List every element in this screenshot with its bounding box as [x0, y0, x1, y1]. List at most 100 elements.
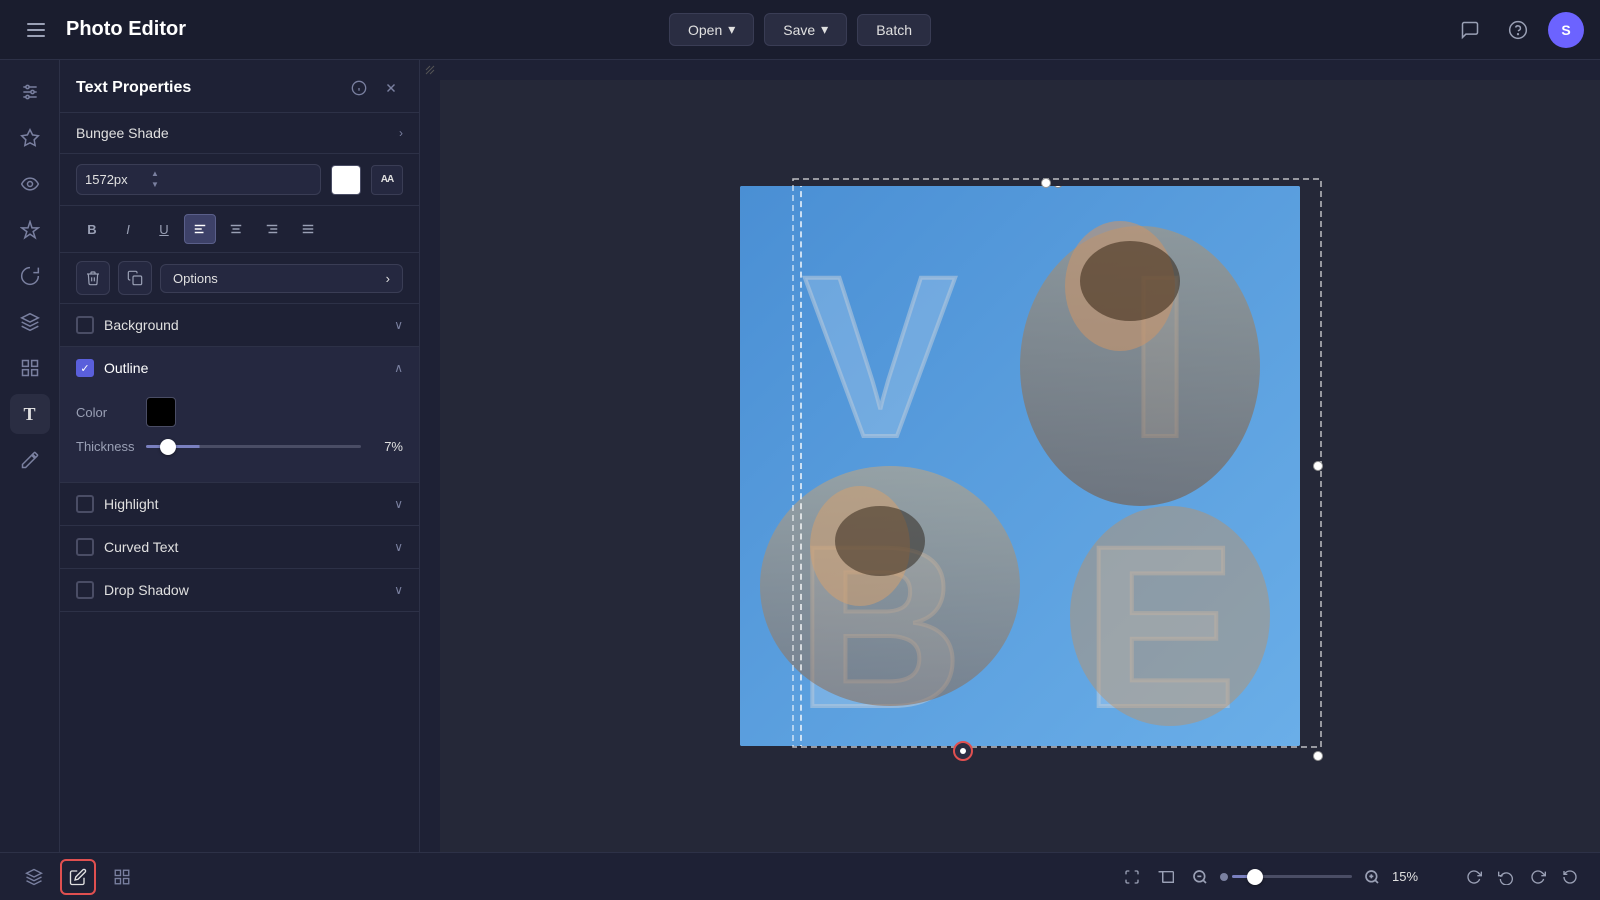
options-chevron: ›: [386, 271, 390, 286]
align-left-button[interactable]: [184, 214, 216, 244]
layers-tool-button[interactable]: [10, 302, 50, 342]
zoom-slider-container: [1220, 873, 1352, 881]
font-case-button[interactable]: AA: [371, 165, 403, 195]
zoom-out-button[interactable]: [1186, 863, 1214, 891]
crop-zoom-button[interactable]: [1152, 863, 1180, 891]
drop-shadow-chevron: ∨: [394, 583, 403, 597]
delete-button[interactable]: [76, 261, 110, 295]
open-button[interactable]: Open ▾: [669, 13, 754, 46]
highlight-label: Highlight: [104, 496, 384, 512]
header-right: S: [1452, 12, 1584, 48]
zoom-in-button[interactable]: [1358, 863, 1386, 891]
highlight-chevron: ∨: [394, 497, 403, 511]
curved-text-section-row[interactable]: Curved Text ∨: [60, 526, 419, 569]
batch-button[interactable]: Batch: [857, 14, 931, 46]
panel-info-button[interactable]: [347, 76, 371, 100]
right-controls: [1460, 863, 1584, 891]
thickness-slider-wrap: 7%: [146, 439, 403, 454]
align-justify-button[interactable]: [292, 214, 324, 244]
font-size-up-button[interactable]: ▲: [149, 169, 161, 179]
action-row: Options ›: [60, 253, 419, 304]
canvas-content: V I B E: [440, 80, 1600, 852]
align-right-button[interactable]: [256, 214, 288, 244]
background-section-row[interactable]: Background ∨: [60, 304, 419, 347]
outline-checkbox[interactable]: [76, 359, 94, 377]
underline-button[interactable]: U: [148, 214, 180, 244]
options-label: Options: [173, 271, 218, 286]
curved-text-checkbox[interactable]: [76, 538, 94, 556]
outline-header-row[interactable]: Outline ∧: [60, 347, 419, 389]
rotation-handle[interactable]: [953, 741, 973, 761]
outline-color-swatch[interactable]: [146, 397, 176, 427]
avatar-button[interactable]: S: [1548, 12, 1584, 48]
outline-section: Outline ∧ Color Thickness 7%: [60, 347, 419, 483]
canvas-image[interactable]: V I B E: [740, 186, 1300, 746]
text-format-row: B I U: [60, 206, 419, 253]
font-size-row: 1572px ▲ ▼ AA: [60, 154, 419, 206]
highlight-section-row[interactable]: Highlight ∨: [60, 483, 419, 526]
reset-button[interactable]: [1556, 863, 1584, 891]
font-size-input[interactable]: 1572px: [85, 172, 145, 187]
header: Photo Editor Open ▾ Save ▾ Batch S: [0, 0, 1600, 60]
refresh-button[interactable]: [1460, 863, 1488, 891]
effects-tool-button[interactable]: [10, 210, 50, 250]
italic-button[interactable]: I: [112, 214, 144, 244]
fit-zoom-button[interactable]: [1118, 863, 1146, 891]
zoom-slider[interactable]: [1232, 875, 1352, 878]
adjust-tool-button[interactable]: [10, 72, 50, 112]
hamburger-icon: [27, 23, 45, 37]
panel-close-button[interactable]: [379, 76, 403, 100]
app-title: Photo Editor: [66, 18, 186, 41]
help-button[interactable]: [1500, 12, 1536, 48]
text-color-swatch[interactable]: [331, 165, 361, 195]
hamburger-menu-button[interactable]: [16, 10, 56, 50]
transform-tool-button[interactable]: [10, 256, 50, 296]
properties-panel: Text Properties Bungee Shade ›: [60, 60, 420, 852]
undo-button[interactable]: [1492, 863, 1520, 891]
background-chevron: ∨: [394, 318, 403, 332]
thickness-slider[interactable]: [146, 445, 361, 448]
save-button[interactable]: Save ▾: [764, 13, 847, 46]
edit-bottom-button[interactable]: [60, 859, 96, 895]
align-center-button[interactable]: [220, 214, 252, 244]
outline-thickness-row: Thickness 7%: [76, 439, 403, 454]
redo-button[interactable]: [1524, 863, 1552, 891]
layers-bottom-button[interactable]: [16, 859, 52, 895]
bold-button[interactable]: B: [76, 214, 108, 244]
font-selector[interactable]: Bungee Shade ›: [60, 113, 419, 154]
main-content: T Text Properties: [0, 60, 1600, 852]
curved-text-label: Curved Text: [104, 539, 384, 555]
font-size-input-wrap: 1572px ▲ ▼: [76, 164, 321, 195]
font-selector-chevron: ›: [399, 126, 403, 140]
svg-text:V: V: [803, 228, 956, 485]
chat-button[interactable]: [1452, 12, 1488, 48]
options-button[interactable]: Options ›: [160, 264, 403, 293]
curved-text-chevron: ∨: [394, 540, 403, 554]
view-tool-button[interactable]: [10, 164, 50, 204]
horizontal-ruler: // Ticks rendered via JS below: [440, 60, 1600, 80]
font-size-down-button[interactable]: ▼: [149, 180, 161, 190]
duplicate-button[interactable]: [118, 261, 152, 295]
text-tool-button[interactable]: T: [10, 394, 50, 434]
font-name-label: Bungee Shade: [76, 125, 169, 141]
thickness-value: 7%: [371, 439, 403, 454]
outline-content: Color Thickness 7%: [60, 389, 419, 482]
filters-tool-button[interactable]: [10, 118, 50, 158]
grid-bottom-button[interactable]: [104, 859, 140, 895]
shapes-tool-button[interactable]: [10, 348, 50, 388]
outline-thickness-label: Thickness: [76, 439, 136, 454]
handle-bottom-right[interactable]: [1313, 751, 1323, 761]
drop-shadow-checkbox[interactable]: [76, 581, 94, 599]
zoom-controls: 15%: [1118, 863, 1432, 891]
panel-header: Text Properties: [60, 60, 419, 113]
brush-tool-button[interactable]: [10, 440, 50, 480]
zoom-value-label: 15%: [1392, 869, 1432, 884]
drop-shadow-label: Drop Shadow: [104, 582, 384, 598]
drop-shadow-section-row[interactable]: Drop Shadow ∨: [60, 569, 419, 612]
highlight-checkbox[interactable]: [76, 495, 94, 513]
font-size-spinners: ▲ ▼: [149, 169, 161, 190]
background-label: Background: [104, 317, 384, 333]
panel-title: Text Properties: [76, 79, 191, 97]
background-checkbox[interactable]: [76, 316, 94, 334]
outline-color-label: Color: [76, 405, 136, 420]
